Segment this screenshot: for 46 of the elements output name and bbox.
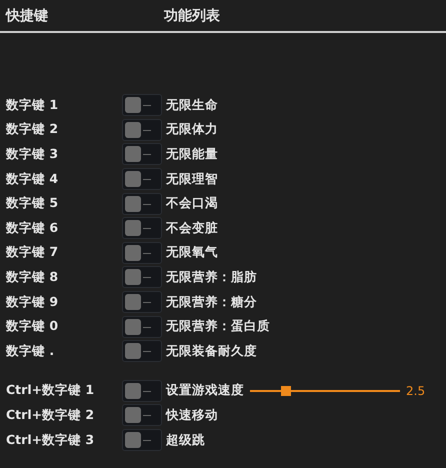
toggle-switch[interactable] xyxy=(122,143,162,166)
toggle-switch[interactable] xyxy=(122,291,162,314)
hotkey-label: 数字键 3 xyxy=(6,146,60,163)
function-label: 不会口渴 xyxy=(166,195,218,212)
toggle-switch[interactable] xyxy=(122,316,162,338)
function-label: 无限装备耐久度 xyxy=(166,342,257,360)
toggle-switch[interactable] xyxy=(122,242,162,264)
toggle-switch[interactable] xyxy=(122,217,162,240)
function-label: 无限生命 xyxy=(166,96,218,114)
hotkey-label: 数字键 0 xyxy=(6,318,60,336)
toggle-switch[interactable] xyxy=(122,168,162,190)
toggle-switch[interactable] xyxy=(122,118,162,141)
function-label: 无限体力 xyxy=(166,121,218,138)
function-label: 设置游戏速度 xyxy=(166,382,244,400)
hotkey-label: 数字键 5 xyxy=(6,195,60,212)
function-label: 快速移动 xyxy=(166,406,218,424)
toggle-switch[interactable] xyxy=(122,404,162,426)
hotkey-label: 数字键 6 xyxy=(6,220,60,237)
function-label: 不会变脏 xyxy=(166,220,218,237)
hotkey-label: Ctrl+数字键 1 xyxy=(6,382,96,400)
toggle-switch[interactable] xyxy=(122,266,162,288)
hotkey-label: 数字键 8 xyxy=(6,268,60,286)
hotkey-label: 数字键 7 xyxy=(6,244,60,262)
hotkey-label: Ctrl+数字键 2 xyxy=(6,406,96,424)
hotkey-label: 数字键 9 xyxy=(6,294,60,311)
speed-slider[interactable] xyxy=(250,384,400,397)
toggle-switch[interactable] xyxy=(122,340,162,362)
column-header: 快捷键 xyxy=(6,6,49,24)
function-label: 超级跳 xyxy=(166,432,205,449)
function-label: 无限营养：糖分 xyxy=(166,294,257,311)
hotkey-label: 数字键 4 xyxy=(6,170,60,188)
function-label: 无限营养：脂肪 xyxy=(166,268,257,286)
column-header: 功能列表 xyxy=(164,6,220,24)
function-label: 无限理智 xyxy=(166,170,218,188)
toggle-switch[interactable] xyxy=(122,380,162,402)
function-label: 无限营养：蛋白质 xyxy=(166,318,270,336)
toggle-switch[interactable] xyxy=(122,429,162,452)
hotkey-label: 数字键 2 xyxy=(6,121,60,138)
function-label: 无限能量 xyxy=(166,146,218,163)
hotkey-label: 数字键 . xyxy=(6,342,56,360)
function-label: 无限氧气 xyxy=(166,244,218,262)
toggle-switch[interactable] xyxy=(122,94,162,116)
hotkey-label: Ctrl+数字键 3 xyxy=(6,432,96,449)
hotkey-label: 数字键 1 xyxy=(6,96,60,114)
slider-value: 2.5 xyxy=(406,384,426,398)
toggle-switch[interactable] xyxy=(122,192,162,215)
